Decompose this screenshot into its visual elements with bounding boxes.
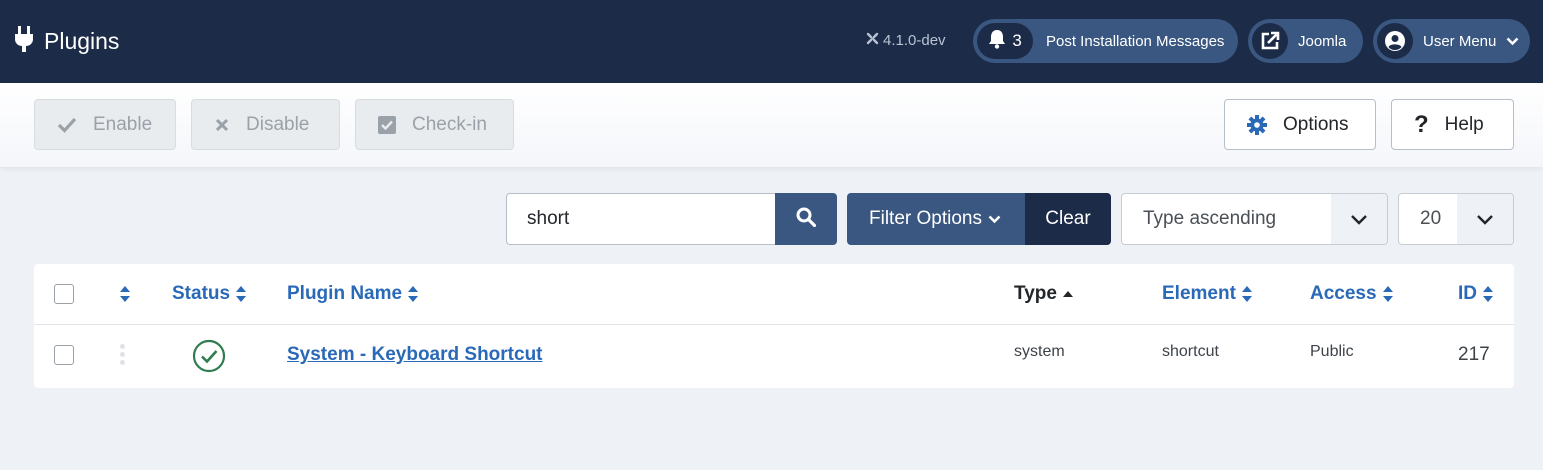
id-column-header[interactable]: ID — [1458, 283, 1494, 305]
sort-icon — [1241, 285, 1253, 303]
plugins-table: Status Plugin Name Type Element Access I… — [34, 264, 1514, 388]
check-icon — [57, 117, 77, 133]
sort-ascending-icon — [1062, 290, 1074, 298]
joomla-logo-icon — [866, 32, 879, 49]
type-column-header[interactable]: Type — [1014, 283, 1074, 305]
page-brand: Plugins — [14, 26, 119, 57]
chevron-down-icon — [1457, 194, 1513, 244]
plugin-name-link[interactable]: System - Keyboard Shortcut — [287, 344, 543, 366]
top-header: Plugins 4.1.0-dev 3 Post Installation Me… — [0, 0, 1543, 83]
drag-handle-icon[interactable] — [120, 344, 125, 365]
plugin-name-column-header[interactable]: Plugin Name — [287, 283, 419, 305]
list-limit-selected-value: 20 — [1420, 208, 1442, 229]
row-checkbox[interactable] — [54, 345, 74, 365]
plugin-name-header-label: Plugin Name — [287, 283, 403, 304]
checkin-label: Check-in — [412, 113, 487, 135]
plugin-access: Public — [1310, 343, 1354, 360]
disable-label: Disable — [246, 113, 310, 135]
user-menu-label: User Menu — [1423, 32, 1497, 50]
element-header-label: Element — [1162, 283, 1236, 304]
filter-options-label: Filter Options — [869, 208, 982, 229]
clear-button[interactable]: Clear — [1025, 193, 1111, 245]
plugin-id: 217 — [1458, 344, 1490, 365]
sort-icon — [235, 285, 247, 303]
times-icon — [214, 117, 230, 133]
disable-button[interactable]: Disable — [191, 99, 340, 150]
options-label: Options — [1283, 113, 1349, 135]
gear-icon — [1247, 114, 1267, 135]
sort-icon — [119, 285, 131, 309]
joomla-label: Joomla — [1298, 32, 1347, 50]
search-group — [506, 193, 837, 245]
sort-icon — [1482, 285, 1494, 303]
search-input[interactable] — [506, 193, 775, 245]
list-limit-select[interactable]: 20 — [1398, 193, 1514, 245]
ordering-select[interactable]: Type ascending — [1121, 193, 1388, 245]
check-square-icon — [378, 115, 396, 134]
search-button[interactable] — [775, 193, 837, 245]
help-button[interactable]: ? Help — [1391, 99, 1514, 150]
filter-options-button[interactable]: Filter Options — [847, 193, 1025, 245]
status-toggle-button[interactable] — [192, 339, 226, 378]
status-header-label: Status — [172, 283, 231, 304]
version-text: 4.1.0-dev — [883, 32, 946, 49]
search-icon — [796, 207, 817, 232]
version-label: 4.1.0-dev — [866, 32, 946, 49]
chevron-down-icon — [1506, 33, 1519, 50]
plugin-type: system — [1014, 343, 1065, 360]
access-column-header[interactable]: Access — [1310, 283, 1394, 305]
ordering-selected-value: Type ascending — [1143, 208, 1277, 229]
sort-icon — [407, 285, 419, 303]
question-icon: ? — [1414, 110, 1429, 138]
check-circle-icon — [192, 339, 226, 377]
chevron-down-icon — [1331, 194, 1387, 244]
user-menu-button[interactable]: User Menu — [1373, 19, 1530, 63]
toolbar: Enable Disable Check-in Options ? Help — [0, 83, 1543, 167]
enable-button[interactable]: Enable — [34, 99, 176, 150]
status-column-header[interactable]: Status — [172, 283, 247, 305]
type-header-label: Type — [1014, 283, 1057, 304]
id-header-label: ID — [1458, 283, 1477, 304]
options-button[interactable]: Options — [1224, 99, 1376, 150]
access-header-label: Access — [1310, 283, 1377, 304]
chevron-down-icon — [988, 208, 1001, 230]
element-column-header[interactable]: Element — [1162, 283, 1253, 305]
enable-label: Enable — [93, 113, 153, 135]
checkin-button[interactable]: Check-in — [355, 99, 514, 150]
table-row: System - Keyboard Shortcut system shortc… — [34, 325, 1514, 388]
user-avatar-icon — [1377, 23, 1413, 59]
ordering-sort-header[interactable] — [119, 285, 131, 309]
page-title: Plugins — [44, 28, 120, 54]
select-all-checkbox[interactable] — [54, 284, 74, 304]
help-label: Help — [1444, 113, 1484, 135]
external-link-icon — [1252, 23, 1288, 59]
joomla-site-button[interactable]: Joomla — [1248, 19, 1363, 63]
messages-count: 3 — [1012, 31, 1022, 50]
sort-icon — [1382, 285, 1394, 303]
plugin-element: shortcut — [1162, 343, 1219, 360]
plug-icon — [14, 26, 34, 57]
bell-icon — [988, 29, 1006, 53]
messages-label: Post Installation Messages — [1046, 32, 1225, 50]
messages-count-pill: 3 — [977, 23, 1033, 59]
table-header: Status Plugin Name Type Element Access I… — [34, 264, 1514, 325]
post-installation-messages-button[interactable]: 3 Post Installation Messages — [973, 19, 1238, 63]
